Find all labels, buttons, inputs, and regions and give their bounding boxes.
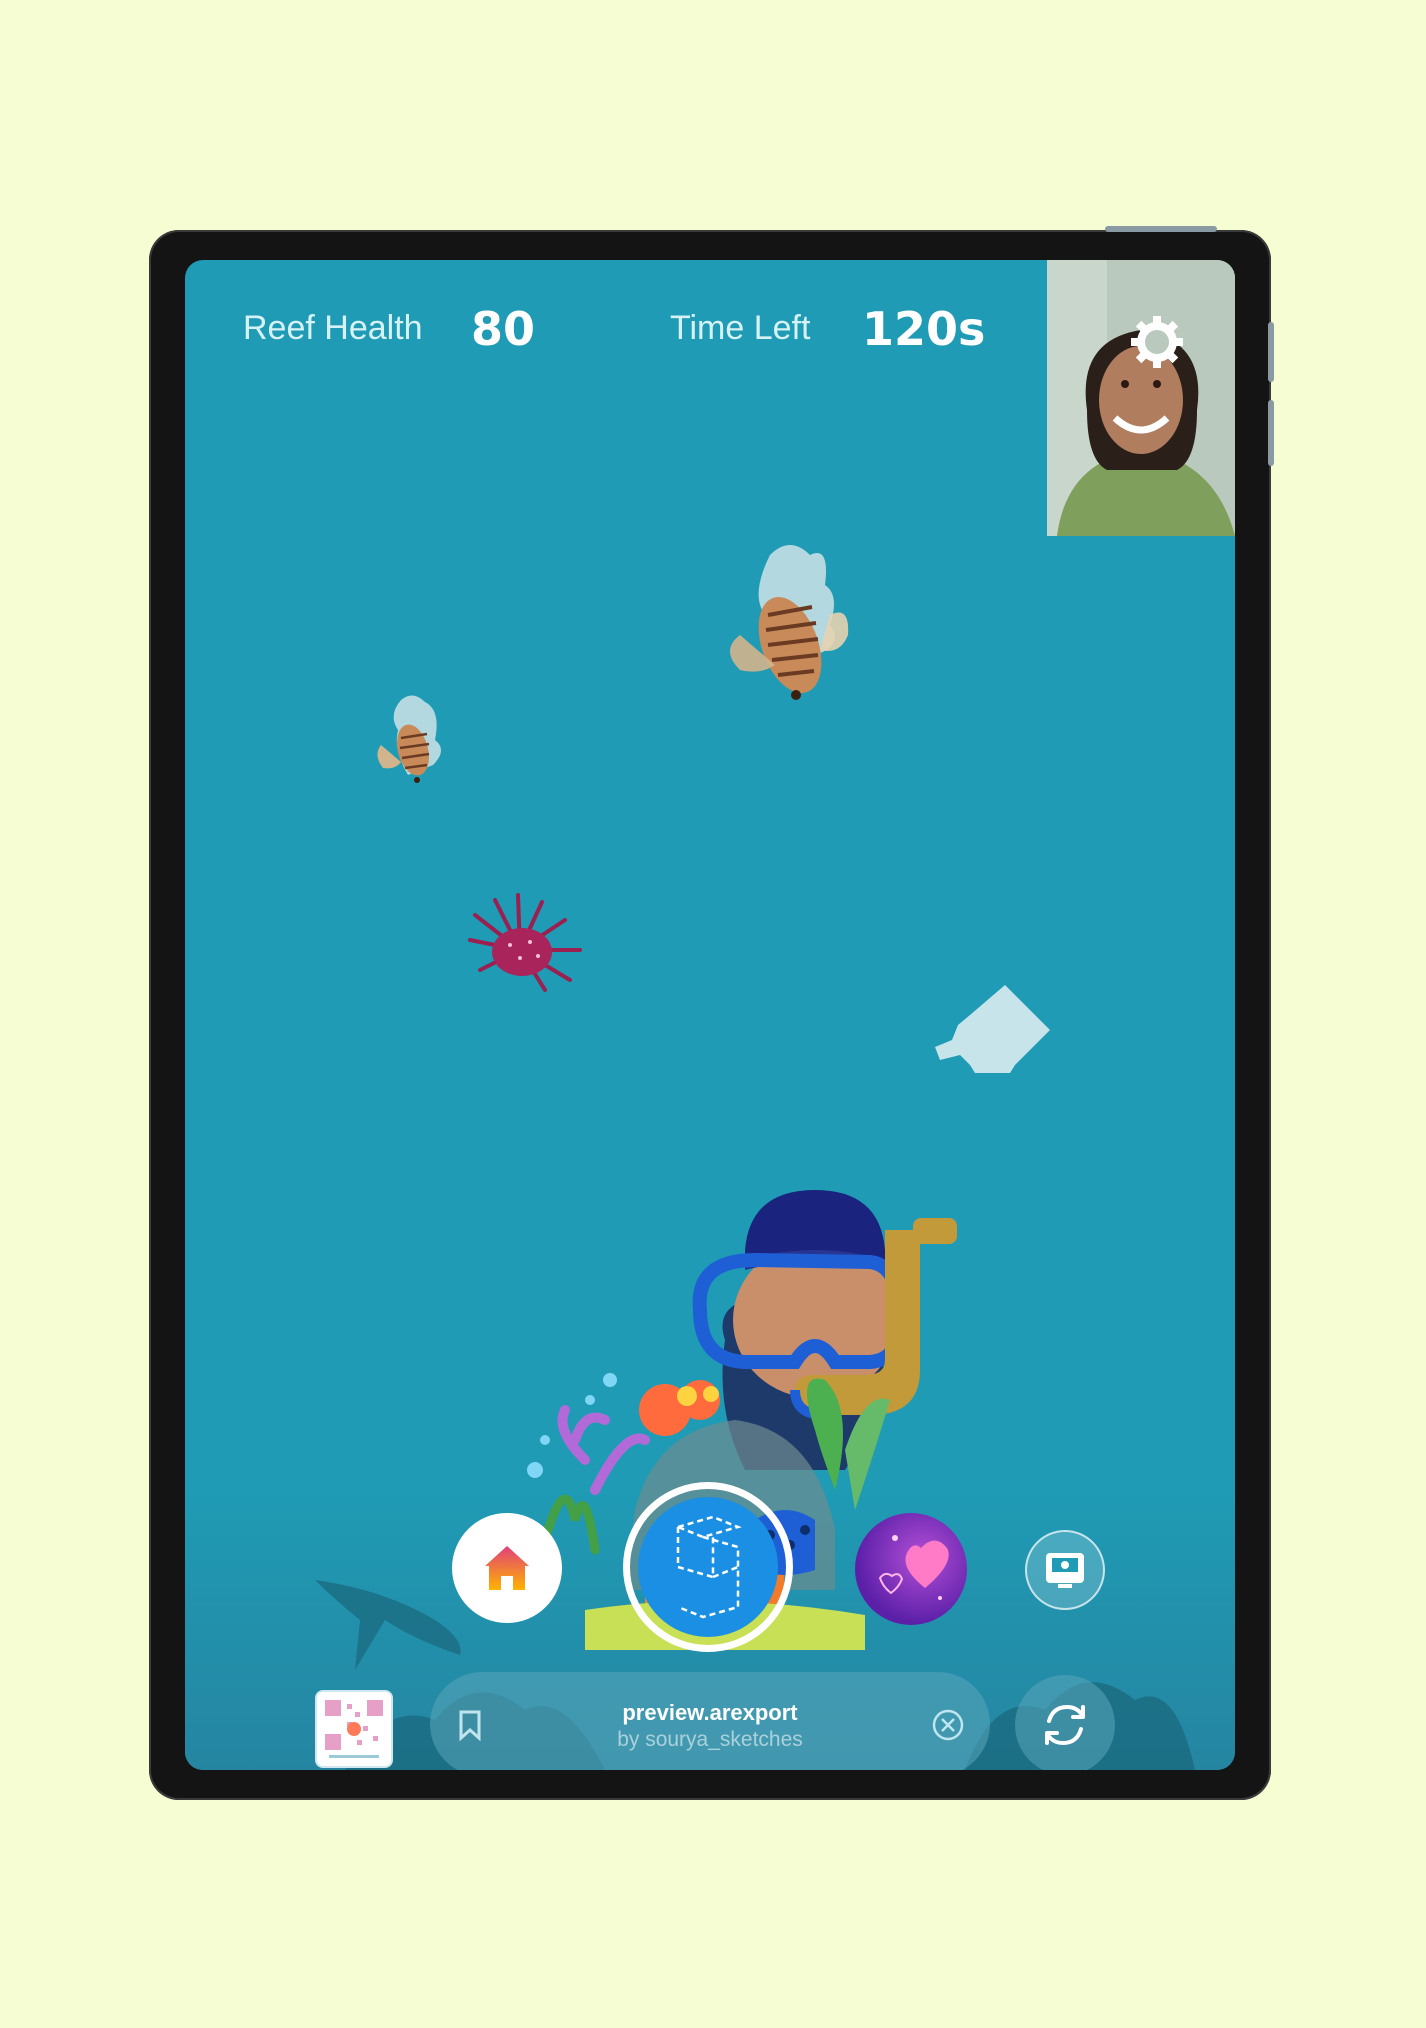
effect-url: preview.arexport bbox=[622, 1700, 798, 1725]
close-effect-button[interactable] bbox=[931, 1708, 965, 1742]
camera-roll-button[interactable] bbox=[1025, 1530, 1105, 1610]
gear-icon bbox=[1131, 316, 1183, 368]
tablet-volume-up-button bbox=[1268, 322, 1274, 382]
tablet-volume-down-button bbox=[1268, 400, 1274, 466]
lionfish-large[interactable] bbox=[720, 535, 850, 715]
reef-health-value: 80 bbox=[471, 302, 536, 356]
plastic-bottle-trash[interactable] bbox=[930, 985, 1060, 1095]
effect-author: by sourya_sketches bbox=[617, 1728, 803, 1751]
qr-code-thumbnail[interactable] bbox=[315, 1690, 393, 1768]
crown-of-thorns-starfish[interactable] bbox=[460, 890, 590, 1000]
camera-icon bbox=[1046, 1553, 1084, 1588]
lionfish-small[interactable] bbox=[373, 690, 453, 790]
settings-button[interactable] bbox=[1127, 312, 1187, 372]
tablet-power-button bbox=[1105, 226, 1217, 232]
flip-camera-icon bbox=[1045, 1704, 1085, 1746]
effect-thumbnail-button[interactable] bbox=[855, 1513, 967, 1625]
camera-preview bbox=[1047, 260, 1235, 536]
capture-button[interactable] bbox=[623, 1482, 793, 1652]
home-icon bbox=[485, 1546, 529, 1590]
capture-button-inner bbox=[638, 1497, 778, 1637]
qr-code-icon bbox=[325, 1700, 383, 1758]
reef-health-label: Reef Health bbox=[243, 309, 423, 347]
time-left-value: 120s bbox=[862, 302, 986, 356]
ar-game-screen[interactable]: Reef Health 80 Time Left 120s preview.ar… bbox=[185, 260, 1235, 1770]
effect-logo-icon bbox=[674, 1515, 742, 1619]
home-button[interactable] bbox=[452, 1513, 562, 1623]
flip-camera-button[interactable] bbox=[1015, 1675, 1115, 1770]
close-icon bbox=[932, 1709, 964, 1741]
time-left-label: Time Left bbox=[670, 309, 811, 347]
heart-icon bbox=[878, 1535, 949, 1600]
